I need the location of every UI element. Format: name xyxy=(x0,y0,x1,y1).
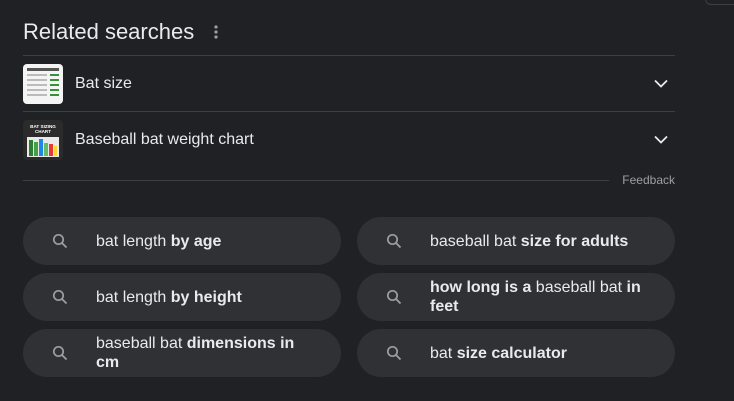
bat-sizing-chart-thumbnail: BAT SIZING CHART xyxy=(23,119,63,160)
suggestion-pill[interactable]: bat length by age xyxy=(23,217,341,265)
accordion-label: Baseball bat weight chart xyxy=(75,130,254,148)
bat-size-chart-thumbnail xyxy=(23,63,63,104)
feedback-row: Feedback xyxy=(23,167,675,197)
suggestion-text: baseball bat dimensions in cm xyxy=(96,335,295,371)
search-icon xyxy=(384,231,404,251)
section-title: Related searches xyxy=(23,18,195,44)
related-suggestions-grid: bat length by age baseball bat size for … xyxy=(23,217,675,377)
suggestion-pill[interactable]: baseball bat size for adults xyxy=(357,217,675,265)
search-icon xyxy=(384,343,404,363)
accordion-label: Bat size xyxy=(75,74,132,92)
search-icon xyxy=(384,287,404,307)
accordion-item-baseball-bat-weight-chart[interactable]: BAT SIZING CHART Baseball bat weight cha… xyxy=(23,111,675,167)
chevron-down-icon xyxy=(649,128,673,152)
search-icon xyxy=(50,287,70,307)
related-searches-section: Related searches Bat size BAT SIZING CHA… xyxy=(23,0,675,197)
search-icon xyxy=(50,343,70,363)
search-icon xyxy=(50,231,70,251)
suggestion-text: bat length by height xyxy=(96,288,242,306)
suggestion-pill[interactable]: bat length by height xyxy=(23,273,341,321)
suggestion-text: bat length by age xyxy=(96,232,222,250)
chevron-down-icon xyxy=(649,72,673,96)
feedback-link[interactable]: Feedback xyxy=(622,173,675,187)
more-vert-icon[interactable] xyxy=(208,20,224,44)
window-corner xyxy=(705,0,734,5)
suggestion-pill[interactable]: how long is a baseball bat in feet xyxy=(357,273,675,321)
suggestion-text: bat size calculator xyxy=(430,344,567,362)
suggestion-text: baseball bat size for adults xyxy=(430,232,629,250)
suggestion-text: how long is a baseball bat in feet xyxy=(430,279,641,315)
section-header: Related searches xyxy=(23,0,675,55)
suggestion-pill[interactable]: baseball bat dimensions in cm xyxy=(23,329,341,377)
divider xyxy=(23,180,609,181)
svg-text:CHART: CHART xyxy=(35,129,51,134)
suggestion-pill[interactable]: bat size calculator xyxy=(357,329,675,377)
accordion-item-bat-size[interactable]: Bat size xyxy=(23,55,675,111)
